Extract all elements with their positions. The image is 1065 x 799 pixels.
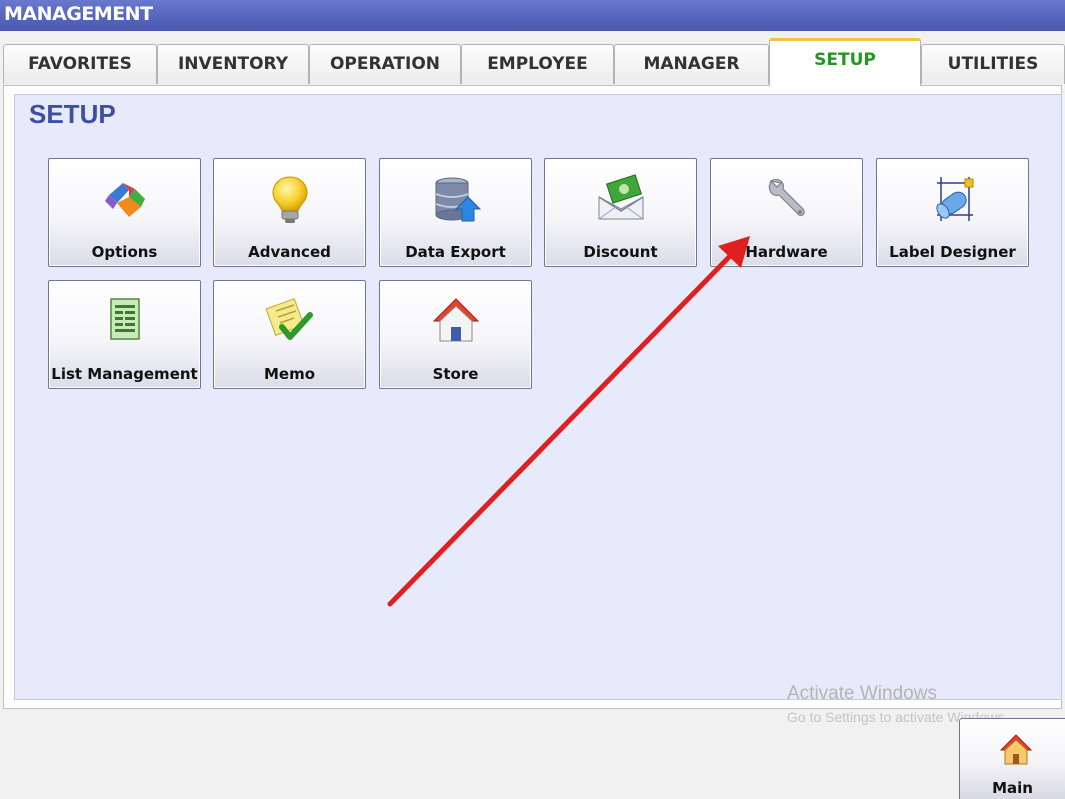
database-export-icon [435,177,481,222]
options-icon [104,183,145,217]
setup-panel: SETUP Options Advanced Data Export Disco… [3,85,1062,709]
section-title: SETUP [29,99,116,129]
house-icon [999,734,1033,765]
tab-favorites[interactable]: FAVORITES [3,44,157,84]
tab-operation[interactable]: OPERATION [309,44,461,84]
lightbulb-icon [271,176,308,223]
activate-windows-title: Activate Windows [787,683,937,704]
tab-utilities[interactable]: UTILITIES [921,44,1065,84]
options-button[interactable]: Options [48,158,201,267]
memo-check-icon [264,298,313,340]
setup-content-area: SETUP Options Advanced Data Export Disco… [14,94,1062,700]
title-bar: MANAGEMENT [0,0,1065,31]
discount-button[interactable]: Discount [544,158,697,267]
hardware-label: Hardware [745,243,828,261]
options-label: Options [91,243,158,261]
label-designer-label: Label Designer [889,243,1016,261]
memo-button[interactable]: Memo [213,280,366,389]
main-button[interactable]: Main [959,718,1065,799]
tab-setup[interactable]: SETUP [769,38,921,86]
wrench-icon [768,178,805,217]
list-management-label: List Management [51,365,198,383]
money-envelope-icon [598,174,643,220]
data-export-label: Data Export [405,243,506,261]
label-designer-button[interactable]: Label Designer [876,158,1029,267]
data-export-button[interactable]: Data Export [379,158,532,267]
label-designer-icon [935,177,973,221]
advanced-button[interactable]: Advanced [213,158,366,267]
discount-label: Discount [583,243,658,261]
hardware-button[interactable]: Hardware [710,158,863,267]
store-label: Store [432,365,479,383]
tab-manager[interactable]: MANAGER [614,44,769,84]
window-title: MANAGEMENT [4,3,153,25]
store-button[interactable]: Store [379,280,532,389]
tab-bar: FAVORITES INVENTORY OPERATION EMPLOYEE M… [0,31,1065,86]
tab-inventory[interactable]: INVENTORY [157,44,309,84]
list-document-icon [109,298,140,340]
main-label: Main [992,779,1033,797]
list-management-button[interactable]: List Management [48,280,201,389]
memo-label: Memo [263,365,316,383]
advanced-label: Advanced [248,243,331,261]
house-icon [432,298,479,342]
tab-employee[interactable]: EMPLOYEE [461,44,614,84]
